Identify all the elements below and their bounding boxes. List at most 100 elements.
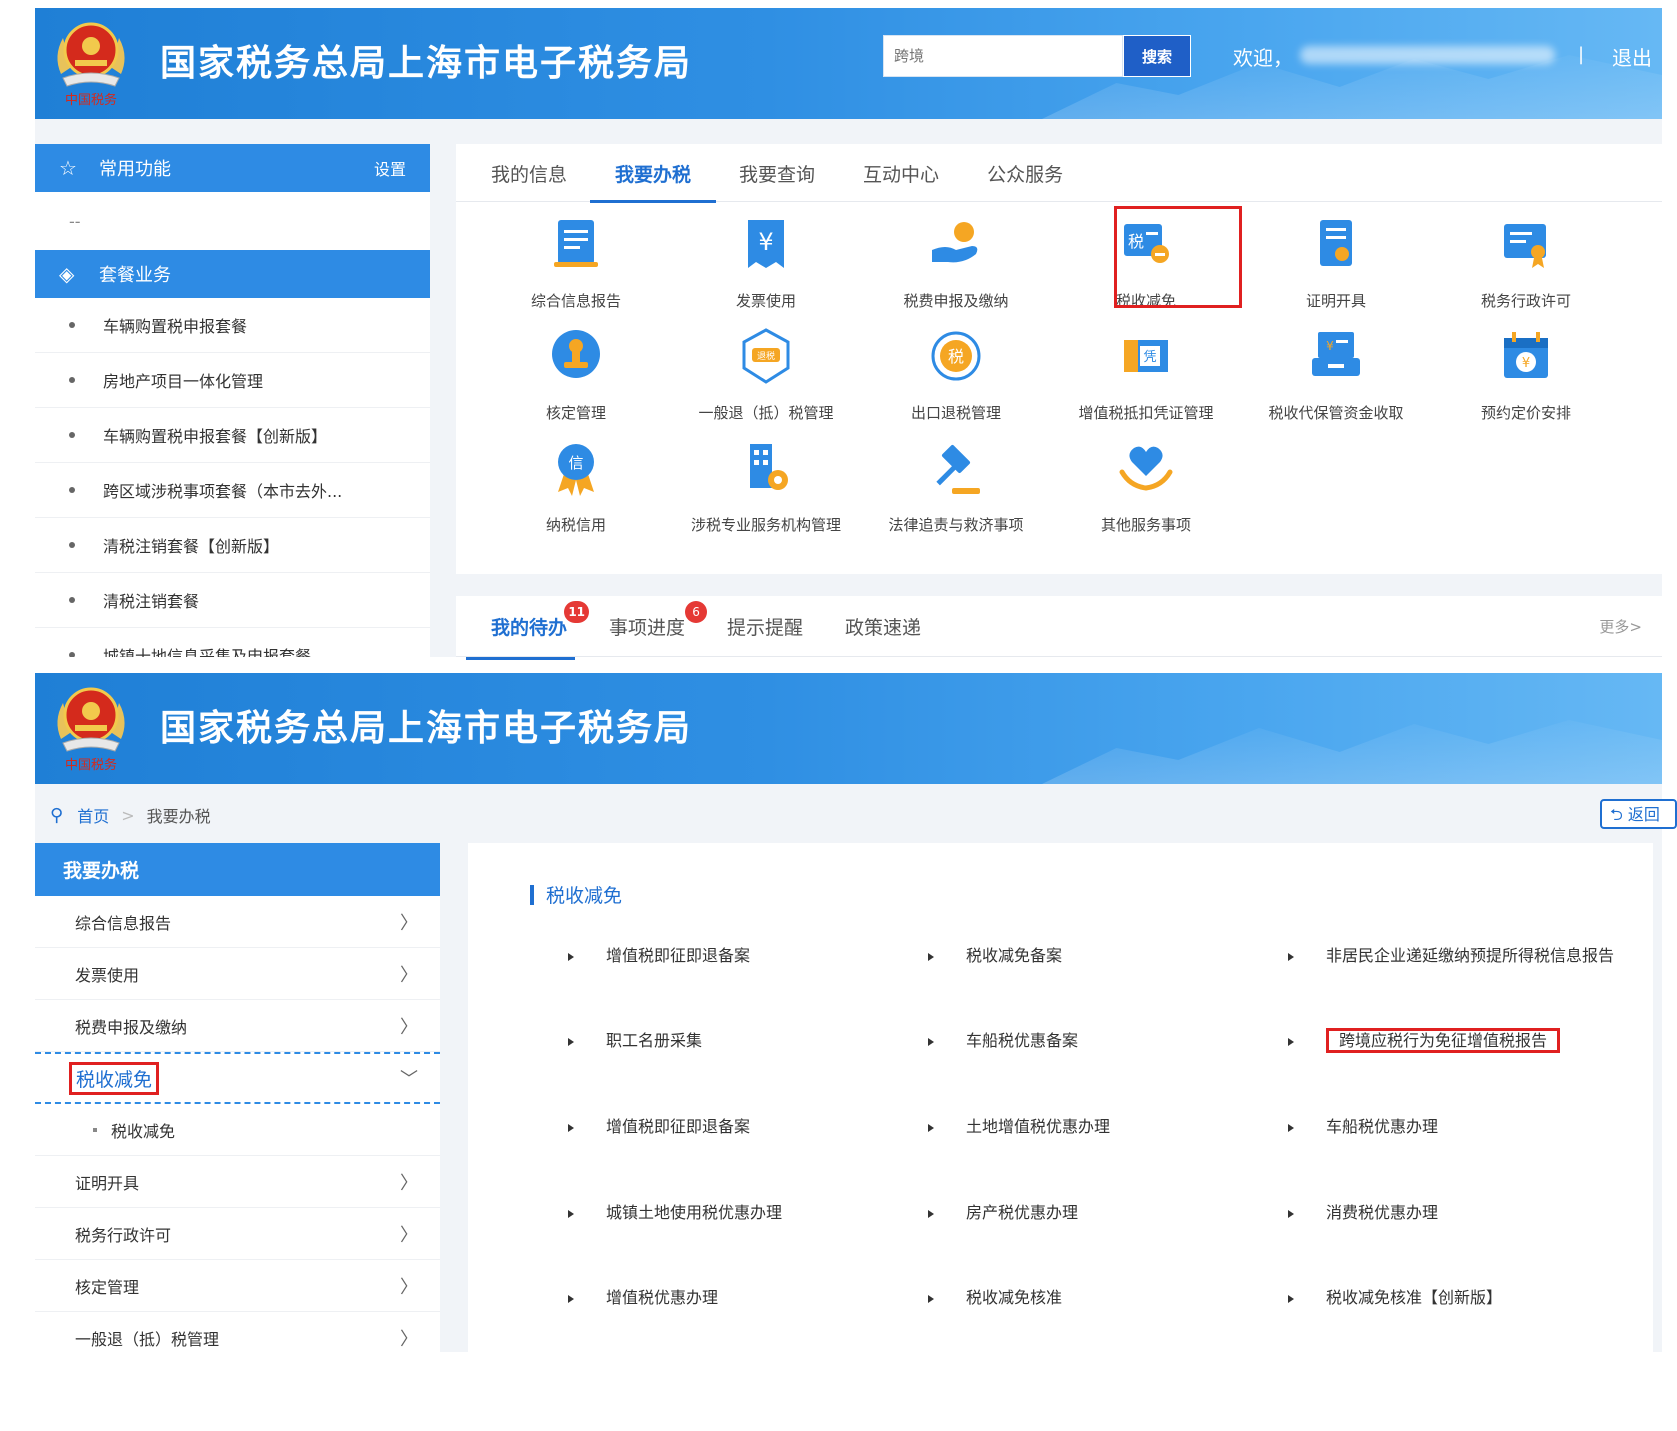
credit-medal-icon: 信 xyxy=(558,444,594,496)
sidebar-item-tax-reduction[interactable]: 税收减免 ﹀ xyxy=(35,1052,440,1104)
header-separator: | xyxy=(1578,44,1585,65)
common-functions-header[interactable]: ☆ 常用功能 设置 xyxy=(35,144,430,192)
sidebar-item-invoice[interactable]: 发票使用〉 xyxy=(35,948,440,1000)
package-services-header[interactable]: ◈ 套餐业务 xyxy=(35,250,430,298)
search-input[interactable] xyxy=(883,35,1123,77)
breadcrumb-home[interactable]: 首页 xyxy=(77,803,109,827)
service-link[interactable]: 增值税即征即退备案 xyxy=(568,1114,888,1139)
bullet-icon xyxy=(69,322,75,328)
service-link[interactable]: 职工名册采集 xyxy=(568,1028,888,1053)
service-tile[interactable]: 证明开具 xyxy=(1251,214,1421,324)
breadcrumb-arrow-icon: > xyxy=(121,805,135,825)
sidebar-item-assessment[interactable]: 核定管理〉 xyxy=(35,1260,440,1312)
svg-text:中国税务: 中国税务 xyxy=(65,92,117,108)
service-tile[interactable]: 信 纳税信用 xyxy=(491,438,661,548)
service-link[interactable]: 土地增值税优惠办理 xyxy=(928,1114,1248,1139)
service-link[interactable]: 房产税优惠办理 xyxy=(928,1200,1248,1225)
tab-public-service[interactable]: 公众服务 xyxy=(987,144,1063,202)
sidebar-package-item[interactable]: 跨区域涉税事项套餐（本市去外... xyxy=(35,463,430,518)
sidebar-subitem-tax-reduction[interactable]: 税收减免 xyxy=(35,1104,440,1156)
service-tile[interactable]: 税费申报及缴纳 xyxy=(871,214,1041,324)
progress-count-badge: 6 xyxy=(685,600,708,623)
blurred-username xyxy=(1300,46,1555,64)
service-tile[interactable]: 法律追责与救济事项 xyxy=(871,438,1041,548)
chevron-right-icon: 〉 xyxy=(400,912,418,934)
top-header: 中国税务 国家税务总局上海市电子税务局 搜索 欢迎， | 退出 xyxy=(35,8,1662,119)
service-tile[interactable]: 税 出口退税管理 xyxy=(871,326,1041,436)
heart-hands-icon xyxy=(1119,446,1173,491)
sidebar-item-declaration[interactable]: 税费申报及缴纳〉 xyxy=(35,1000,440,1052)
bullet-icon xyxy=(69,652,75,657)
service-link[interactable]: 非居民企业递延缴纳预提所得税信息报告 xyxy=(1288,943,1638,968)
custody-icon: ¥ xyxy=(1312,332,1360,376)
export-refund-icon: 税 xyxy=(931,331,981,381)
certificate-icon xyxy=(1320,220,1352,266)
svg-text:退税: 退税 xyxy=(757,350,775,362)
service-tile[interactable]: 凭 增值税抵扣凭证管理 xyxy=(1061,326,1231,436)
tab-my-info[interactable]: 我的信息 xyxy=(491,144,567,202)
chevron-right-icon: 〉 xyxy=(400,1224,418,1246)
service-tile[interactable]: 综合信息报告 xyxy=(491,214,661,324)
bullet-icon xyxy=(69,487,75,493)
back-button[interactable]: ⮌ 返回 xyxy=(1600,799,1677,829)
tab-policy-news[interactable]: 政策速递 xyxy=(845,613,921,640)
svg-text:¥: ¥ xyxy=(1522,356,1530,371)
sidebar-item-info-report[interactable]: 综合信息报告〉 xyxy=(35,896,440,948)
sidebar-item-permit[interactable]: 税务行政许可〉 xyxy=(35,1208,440,1260)
service-link-cross-border-highlighted[interactable]: 跨境应税行为免征增值税报告 xyxy=(1288,1028,1638,1053)
service-tile[interactable]: 其他服务事项 xyxy=(1061,438,1231,548)
chevron-right-icon: 〉 xyxy=(400,1328,418,1350)
welcome-text: 欢迎， xyxy=(1233,46,1293,70)
chevron-down-icon: ﹀ xyxy=(400,1069,418,1090)
sidebar-item-certificate[interactable]: 证明开具〉 xyxy=(35,1156,440,1208)
tab-reminders[interactable]: 提示提醒 xyxy=(727,613,803,640)
common-functions-empty: -- xyxy=(69,211,81,231)
service-link[interactable]: 税收减免核准 xyxy=(928,1285,1248,1310)
settings-link[interactable]: 设置 xyxy=(374,156,406,180)
more-link[interactable]: 更多> xyxy=(1599,616,1642,637)
tab-tax-handling[interactable]: 我要办税 xyxy=(590,144,717,203)
sidebar-package-item[interactable]: 房地产项目一体化管理 xyxy=(35,353,430,408)
service-link[interactable]: 消费税优惠办理 xyxy=(1288,1200,1608,1225)
service-tile[interactable]: 税务行政许可 xyxy=(1441,214,1611,324)
service-link[interactable]: 城镇土地使用税优惠办理 xyxy=(568,1200,888,1225)
sidebar-package-item[interactable]: 车辆购置税申报套餐 xyxy=(35,298,430,353)
svg-text:¥: ¥ xyxy=(1326,339,1334,353)
sidebar-package-item[interactable]: 车辆购置税申报套餐【创新版】 xyxy=(35,408,430,463)
bullet-icon xyxy=(69,432,75,438)
svg-text:中国税务: 中国税务 xyxy=(65,757,117,773)
sidebar-package-item[interactable]: 城镇十地信息采集及申报套餐 xyxy=(35,628,430,657)
service-link[interactable]: 增值税优惠办理 xyxy=(568,1285,888,1310)
service-link[interactable]: 税收减免核准【创新版】 xyxy=(1288,1285,1608,1310)
service-tile[interactable]: 核定管理 xyxy=(491,326,661,436)
tab-my-todo[interactable]: 我的待办 11 xyxy=(465,600,590,660)
service-link[interactable]: 税收减免备案 xyxy=(928,943,1248,968)
service-link[interactable]: 增值税即征即退备案 xyxy=(568,943,888,968)
svg-text:凭: 凭 xyxy=(1143,350,1156,365)
service-tile[interactable]: ¥ 发票使用 xyxy=(681,214,851,324)
service-tile[interactable]: ¥ 税收代保管资金收取 xyxy=(1251,326,1421,436)
tax-emblem-icon: 中国税务 xyxy=(57,22,125,108)
service-tile[interactable]: 退税 一般退（抵）税管理 xyxy=(681,326,851,436)
tab-interaction[interactable]: 互动中心 xyxy=(863,144,939,202)
stamp-icon xyxy=(552,330,600,378)
tab-progress[interactable]: 事项进度 6 xyxy=(609,600,708,640)
tab-query[interactable]: 我要查询 xyxy=(739,144,815,202)
service-link[interactable]: 车船税优惠办理 xyxy=(1288,1114,1608,1139)
sidebar-item-refund[interactable]: 一般退（抵）税管理〉 xyxy=(35,1312,440,1352)
service-tile[interactable]: 涉税专业服务机构管理 xyxy=(681,438,851,548)
logout-link[interactable]: 退出 xyxy=(1612,42,1652,71)
breadcrumb-current: 我要办税 xyxy=(146,807,211,826)
bullet-icon xyxy=(93,1127,97,1132)
bullet-icon xyxy=(69,377,75,383)
hand-coin-icon xyxy=(932,222,978,263)
layers-icon: ◈ xyxy=(59,262,75,286)
search-button[interactable]: 搜索 xyxy=(1123,35,1191,77)
sidebar-package-item[interactable]: 清税注销套餐 xyxy=(35,573,430,628)
package-services-label: 套餐业务 xyxy=(99,265,171,286)
service-link[interactable]: 车船税优惠备案 xyxy=(928,1028,1248,1053)
chevron-right-icon: 〉 xyxy=(400,964,418,986)
sidebar-package-item[interactable]: 清税注销套餐【创新版】 xyxy=(35,518,430,573)
service-tile[interactable]: ¥ 预约定价安排 xyxy=(1441,326,1611,436)
section-title: 税收减免 xyxy=(530,881,622,908)
